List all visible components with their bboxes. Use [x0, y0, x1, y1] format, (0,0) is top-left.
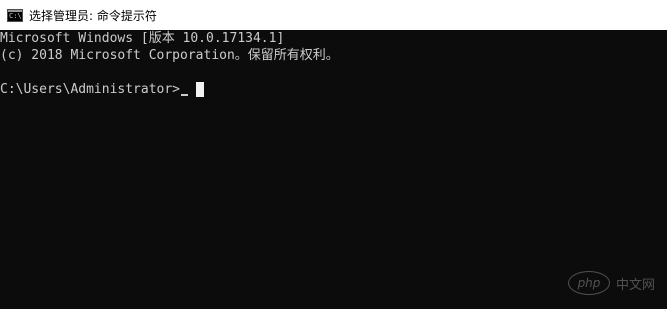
underscore-cursor	[181, 93, 189, 96]
console-output[interactable]: Microsoft Windows [版本 10.0.17134.1] (c) …	[0, 30, 667, 309]
console-line-version: Microsoft Windows [版本 10.0.17134.1]	[0, 31, 285, 46]
title-bar[interactable]: C:\ 选择管理员: 命令提示符	[0, 0, 667, 30]
command-prompt-line[interactable]: C:\Users\Administrator>	[0, 81, 667, 98]
cmd-icon[interactable]: C:\	[7, 8, 23, 22]
console-line-copyright: (c) 2018 Microsoft Corporation。保留所有权利。	[0, 48, 339, 63]
php-logo: php	[567, 271, 610, 295]
text-cursor	[196, 82, 205, 97]
window-title: 选择管理员: 命令提示符	[29, 8, 157, 23]
watermark-text: 中文网	[615, 277, 655, 293]
prompt-path: C:\Users\Administrator>	[0, 82, 181, 97]
watermark: php 中文网	[567, 271, 655, 295]
command-prompt-window[interactable]: C:\ 选择管理员: 命令提示符 Microsoft Windows [版本 1…	[0, 0, 667, 309]
